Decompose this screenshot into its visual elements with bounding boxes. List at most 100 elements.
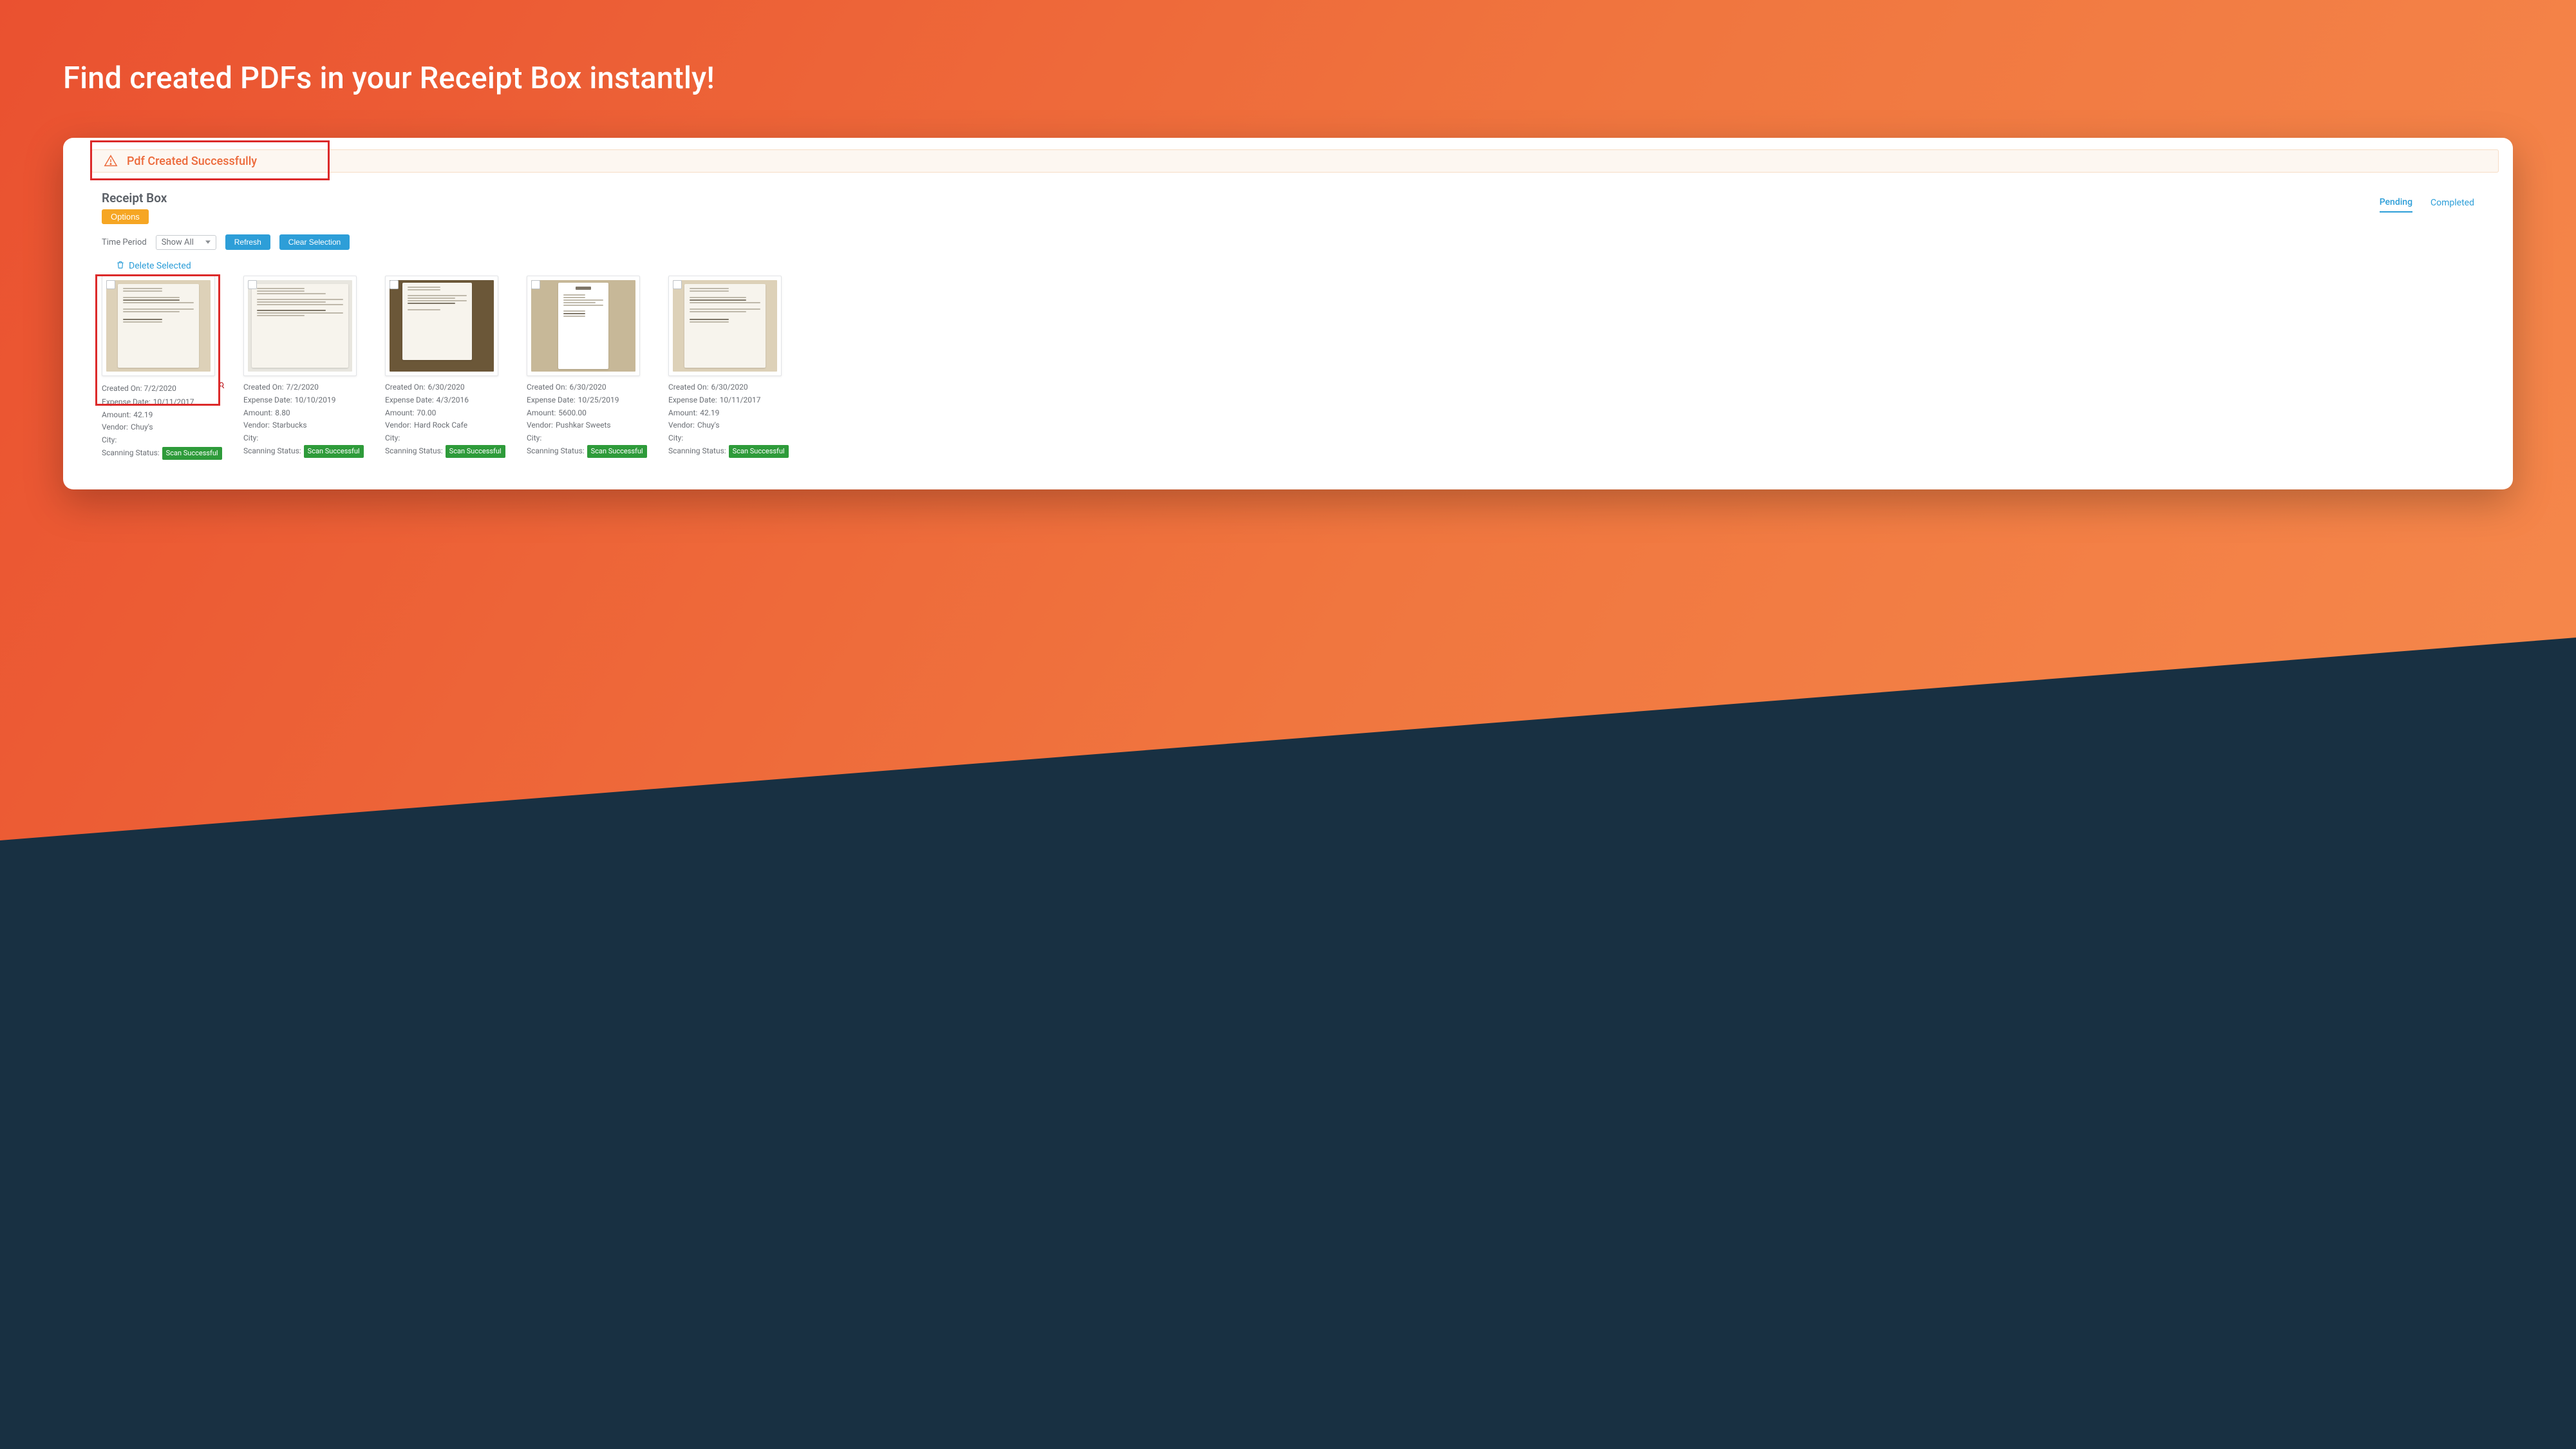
- time-period-value: Show All: [162, 238, 194, 247]
- expense-date-label: Expense Date:: [668, 394, 717, 407]
- city-label: City:: [668, 432, 683, 445]
- delete-selected-link[interactable]: Delete Selected: [116, 260, 2474, 272]
- receipt-thumbnail[interactable]: [527, 276, 640, 376]
- section-left: Receipt Box Options: [102, 191, 167, 224]
- vendor-value: Chuy's: [131, 421, 153, 434]
- status-label: Scanning Status:: [102, 447, 160, 460]
- receipt-meta: Created On: 7/2/2020 Expense Date: 10/10…: [243, 381, 368, 458]
- clear-selection-button[interactable]: Clear Selection: [279, 234, 350, 250]
- receipt-checkbox[interactable]: [106, 280, 115, 289]
- vendor-label: Vendor:: [527, 419, 553, 432]
- receipt-thumbnail[interactable]: [668, 276, 782, 376]
- receipt-meta: Created On: 6/30/2020 Expense Date: 4/3/…: [385, 381, 510, 458]
- receipt-checkbox[interactable]: [390, 280, 399, 289]
- status-label: Scanning Status:: [668, 445, 726, 458]
- expense-date-value: 10/10/2019: [295, 394, 336, 407]
- section-header-row: Receipt Box Options Pending Completed: [102, 191, 2474, 224]
- amount-value: 5600.00: [558, 407, 587, 420]
- city-label: City:: [385, 432, 400, 445]
- receipt-thumbnail[interactable]: [243, 276, 357, 376]
- status-badge: Scan Successful: [304, 445, 364, 458]
- amount-value: 42.19: [700, 407, 719, 420]
- created-on-value: 6/30/2020: [428, 381, 464, 394]
- options-button[interactable]: Options: [102, 209, 149, 224]
- app-card: Pdf Created Successfully Receipt Box Opt…: [63, 138, 2513, 489]
- status-label: Scanning Status:: [527, 445, 585, 458]
- receipt-image: [248, 280, 352, 372]
- city-label: City:: [527, 432, 541, 445]
- filter-row: Time Period Show All Refresh Clear Selec…: [102, 234, 2474, 250]
- delete-selected-label: Delete Selected: [129, 261, 191, 271]
- created-on-value: 7/2/2020: [286, 381, 318, 394]
- receipts-grid: Created On: 7/2/2020 Expense Date: 10/11…: [102, 276, 2474, 460]
- tabs: Pending Completed: [2380, 197, 2474, 213]
- amount-label: Amount:: [385, 407, 414, 420]
- expense-date-value: 4/3/2016: [437, 394, 469, 407]
- alert-container: Pdf Created Successfully: [63, 149, 2513, 173]
- tab-pending[interactable]: Pending: [2380, 197, 2412, 213]
- content-inner: Receipt Box Options Pending Completed Ti…: [63, 191, 2513, 460]
- created-on-label: Created On:: [385, 381, 425, 394]
- expense-date-value: 10/11/2017: [720, 394, 761, 407]
- receipt-tile[interactable]: Created On: 7/2/2020 Expense Date: 10/10…: [243, 276, 368, 460]
- receipt-checkbox[interactable]: [248, 280, 257, 289]
- vendor-label: Vendor:: [385, 419, 411, 432]
- amount-value: 8.80: [275, 407, 290, 420]
- created-on-label: Created On:: [527, 381, 567, 394]
- receipt-image: [106, 280, 211, 372]
- vendor-label: Vendor:: [243, 419, 270, 432]
- created-on-value: 6/30/2020: [711, 381, 747, 394]
- expense-date-label: Expense Date:: [243, 394, 292, 407]
- time-period-label: Time Period: [102, 238, 147, 247]
- receipt-checkbox[interactable]: [531, 280, 540, 289]
- city-label: City:: [243, 432, 258, 445]
- receipt-thumbnail[interactable]: [385, 276, 498, 376]
- section-title: Receipt Box: [102, 191, 167, 205]
- expense-date-label: Expense Date:: [527, 394, 576, 407]
- time-period-select[interactable]: Show All: [156, 235, 216, 250]
- receipt-image: [531, 280, 635, 372]
- receipt-tile[interactable]: Created On: 6/30/2020 Expense Date: 10/2…: [527, 276, 652, 460]
- city-label: City:: [102, 434, 117, 447]
- receipt-checkbox[interactable]: [673, 280, 682, 289]
- created-on-label: Created On:: [102, 384, 142, 393]
- receipt-tile[interactable]: Created On: 7/2/2020 Expense Date: 10/11…: [102, 276, 227, 460]
- receipt-meta: Created On: 6/30/2020 Expense Date: 10/2…: [527, 381, 652, 458]
- receipt-image: [673, 280, 777, 372]
- alert-message: Pdf Created Successfully: [127, 155, 257, 168]
- amount-value: 42.19: [133, 409, 153, 422]
- vendor-label: Vendor:: [668, 419, 695, 432]
- status-badge: Scan Successful: [729, 445, 789, 458]
- created-on-value: 6/30/2020: [569, 381, 606, 394]
- expense-date-value: 10/11/2017: [153, 396, 194, 409]
- receipt-tile[interactable]: Created On: 6/30/2020 Expense Date: 10/1…: [668, 276, 793, 460]
- vendor-value: Chuy's: [697, 419, 720, 432]
- created-on-label: Created On:: [243, 381, 283, 394]
- expense-date-value: 10/25/2019: [578, 394, 619, 407]
- vendor-label: Vendor:: [102, 421, 128, 434]
- refresh-button[interactable]: Refresh: [225, 234, 270, 250]
- created-on-value: 7/2/2020: [144, 384, 176, 393]
- receipt-meta: Created On: 6/30/2020 Expense Date: 10/1…: [668, 381, 793, 458]
- amount-label: Amount:: [243, 407, 272, 420]
- page-headline: Find created PDFs in your Receipt Box in…: [63, 61, 715, 96]
- status-label: Scanning Status:: [385, 445, 443, 458]
- created-on-label: Created On:: [668, 381, 708, 394]
- receipt-thumbnail[interactable]: [102, 276, 215, 376]
- expense-date-label: Expense Date:: [102, 396, 151, 409]
- receipt-image: [390, 280, 494, 372]
- trash-icon: [116, 260, 125, 272]
- tab-completed[interactable]: Completed: [2430, 198, 2474, 212]
- alert-bar: Pdf Created Successfully: [91, 149, 2499, 173]
- amount-label: Amount:: [102, 409, 131, 422]
- expense-date-label: Expense Date:: [385, 394, 434, 407]
- vendor-value: Pushkar Sweets: [556, 419, 611, 432]
- receipt-meta: Created On: 7/2/2020 Expense Date: 10/11…: [102, 381, 227, 460]
- status-label: Scanning Status:: [243, 445, 301, 458]
- amount-value: 70.00: [417, 407, 436, 420]
- warning-icon: [104, 154, 118, 168]
- status-badge: Scan Successful: [162, 447, 222, 460]
- status-badge: Scan Successful: [587, 445, 647, 458]
- pdf-icon[interactable]: [216, 381, 227, 396]
- receipt-tile[interactable]: Created On: 6/30/2020 Expense Date: 4/3/…: [385, 276, 510, 460]
